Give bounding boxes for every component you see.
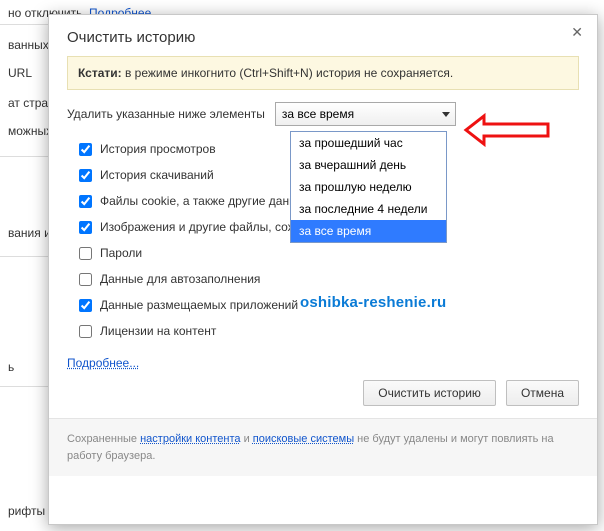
incognito-notice: Кстати: в режиме инкогнито (Ctrl+Shift+N… (67, 56, 579, 90)
checkbox-row[interactable]: Данные для автозаполнения (79, 266, 579, 292)
notice-text: в режиме инкогнито (Ctrl+Shift+N) истори… (122, 66, 454, 80)
cancel-button[interactable]: Отмена (506, 380, 579, 406)
annotation-arrow-icon (462, 112, 552, 148)
delete-range-label: Удалить указанные ниже элементы (67, 107, 265, 121)
checkbox-label: Лицензии на контент (100, 324, 216, 338)
dropdown-option[interactable]: за прошедший час (291, 132, 446, 154)
time-range-select[interactable]: за все время (275, 102, 456, 126)
dropdown-option[interactable]: за последние 4 недели (291, 198, 446, 220)
content-settings-link[interactable]: настройки контента (140, 433, 240, 445)
checkbox-input[interactable] (79, 195, 92, 208)
bg-text: вания и (0, 220, 51, 246)
checkbox-label: История просмотров (100, 142, 216, 156)
checkbox-label: История скачиваний (100, 168, 214, 182)
checkbox-label: Данные размещаемых приложений (100, 298, 298, 312)
notice-bold: Кстати: (78, 66, 122, 80)
more-link[interactable]: Подробнее... (67, 356, 139, 370)
bg-text: ванных (0, 32, 49, 58)
checkbox-input[interactable] (79, 143, 92, 156)
dialog-footer: Сохраненные настройки контента и поисков… (49, 418, 597, 476)
search-engines-link[interactable]: поисковые системы (253, 433, 354, 445)
checkbox-label: Файлы cookie, а также другие данные (100, 194, 311, 208)
checkbox-input[interactable] (79, 169, 92, 182)
bg-text: можных (0, 118, 52, 144)
watermark: oshibka-reshenie.ru (300, 294, 446, 311)
close-icon[interactable]: ✕ (571, 25, 583, 39)
checkbox-label: Данные для автозаполнения (100, 272, 260, 286)
checkbox-input[interactable] (79, 325, 92, 338)
dropdown-option[interactable]: за прошлую неделю (291, 176, 446, 198)
checkbox-row[interactable]: Лицензии на контент (79, 318, 579, 344)
select-value: за все время (282, 107, 354, 121)
bg-text: рифты (0, 498, 45, 524)
bg-text: ь (0, 354, 14, 380)
checkbox-input[interactable] (79, 273, 92, 286)
checkbox-row[interactable]: Пароли (79, 240, 579, 266)
checkbox-input[interactable] (79, 221, 92, 234)
dropdown-option[interactable]: за все время (291, 220, 446, 242)
time-range-dropdown[interactable]: за прошедший часза вчерашний деньза прош… (290, 131, 447, 243)
dropdown-option[interactable]: за вчерашний день (291, 154, 446, 176)
dialog-title: Очистить историю (67, 29, 195, 46)
bg-text: URL (0, 60, 32, 86)
clear-history-button[interactable]: Очистить историю (363, 380, 496, 406)
chevron-down-icon (442, 112, 450, 117)
checkbox-input[interactable] (79, 299, 92, 312)
checkbox-label: Пароли (100, 246, 142, 260)
clear-history-dialog: Очистить историю ✕ Кстати: в режиме инко… (48, 14, 598, 525)
checkbox-input[interactable] (79, 247, 92, 260)
